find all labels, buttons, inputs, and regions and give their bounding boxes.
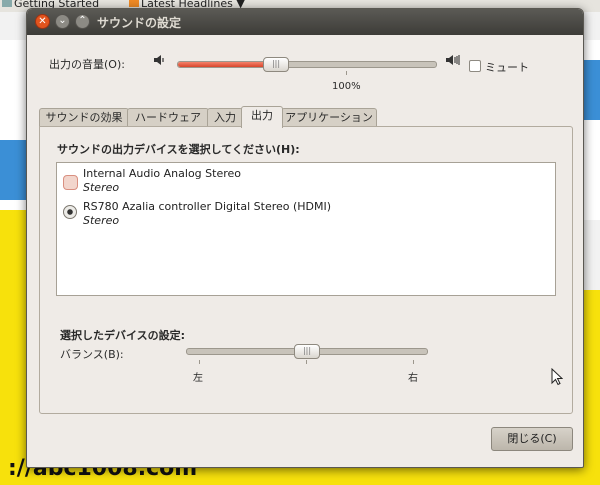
page-left-banner bbox=[0, 210, 28, 485]
output-tab-panel: サウンドの出力デバイスを選択してください(H): Internal Audio … bbox=[39, 126, 573, 414]
maximize-window-button[interactable]: ⌃ bbox=[75, 14, 90, 29]
bookmark-icon bbox=[2, 0, 12, 7]
volume-percent-label: 100% bbox=[332, 81, 361, 92]
tab-applications[interactable]: アプリケーション bbox=[281, 108, 377, 127]
mute-checkbox[interactable] bbox=[469, 60, 481, 72]
mouse-pointer-icon bbox=[551, 367, 564, 390]
volume-100-tick bbox=[346, 71, 347, 75]
balance-left-label: 左 bbox=[193, 373, 203, 384]
tab-hardware[interactable]: ハードウェア bbox=[127, 108, 209, 127]
tab-input[interactable]: 入力 bbox=[207, 108, 243, 127]
dialog-title: サウンドの設定 bbox=[97, 16, 182, 30]
balance-left-tick bbox=[199, 360, 200, 364]
output-volume-handle[interactable]: ||| bbox=[263, 57, 290, 72]
minimize-window-button[interactable]: ⌄ bbox=[55, 14, 70, 29]
device-analog-radio[interactable] bbox=[63, 175, 78, 190]
close-button[interactable]: 閉じる(C) bbox=[491, 427, 573, 451]
rss-icon bbox=[129, 0, 139, 7]
balance-center-tick bbox=[306, 360, 307, 364]
device-analog-profile: Stereo bbox=[83, 181, 120, 194]
chevron-down-icon: ⌄ bbox=[58, 15, 67, 26]
chevron-up-icon: ⌃ bbox=[78, 15, 87, 26]
balance-handle[interactable]: ||| bbox=[294, 344, 320, 359]
close-icon: ✕ bbox=[38, 16, 47, 27]
output-volume-fill bbox=[178, 62, 277, 67]
settings-section-label: 選択したデバイスの設定: bbox=[60, 329, 186, 342]
device-section-label: サウンドの出力デバイスを選択してください(H): bbox=[57, 143, 300, 156]
sound-settings-dialog: ✕ ⌄ ⌃ サウンドの設定 出力の音量(O): ||| ミュート 100% サウ… bbox=[26, 8, 584, 468]
close-window-button[interactable]: ✕ bbox=[35, 14, 50, 29]
device-hdmi-radio[interactable] bbox=[63, 205, 77, 219]
balance-right-label: 右 bbox=[408, 373, 418, 384]
speaker-high-icon bbox=[445, 53, 461, 71]
output-device-list[interactable]: Internal Audio Analog Stereo Stereo RS78… bbox=[56, 162, 556, 296]
output-volume-label: 出力の音量(O): bbox=[49, 58, 125, 71]
page-left-panel bbox=[0, 40, 28, 210]
device-hdmi-name: RS780 Azalia controller Digital Stereo (… bbox=[83, 200, 332, 213]
device-analog-name: Internal Audio Analog Stereo bbox=[83, 167, 241, 180]
device-hdmi-profile: Stereo bbox=[83, 214, 120, 227]
speaker-low-icon bbox=[153, 53, 167, 71]
balance-right-tick bbox=[413, 360, 414, 364]
tab-output[interactable]: 出力 bbox=[241, 106, 283, 128]
tab-sound-effects[interactable]: サウンドの効果 bbox=[39, 108, 129, 127]
balance-label: バランス(B): bbox=[60, 348, 124, 361]
output-volume-slider[interactable] bbox=[177, 61, 437, 68]
dialog-titlebar[interactable]: ✕ ⌄ ⌃ サウンドの設定 bbox=[27, 9, 583, 35]
mute-label: ミュート bbox=[485, 61, 529, 74]
